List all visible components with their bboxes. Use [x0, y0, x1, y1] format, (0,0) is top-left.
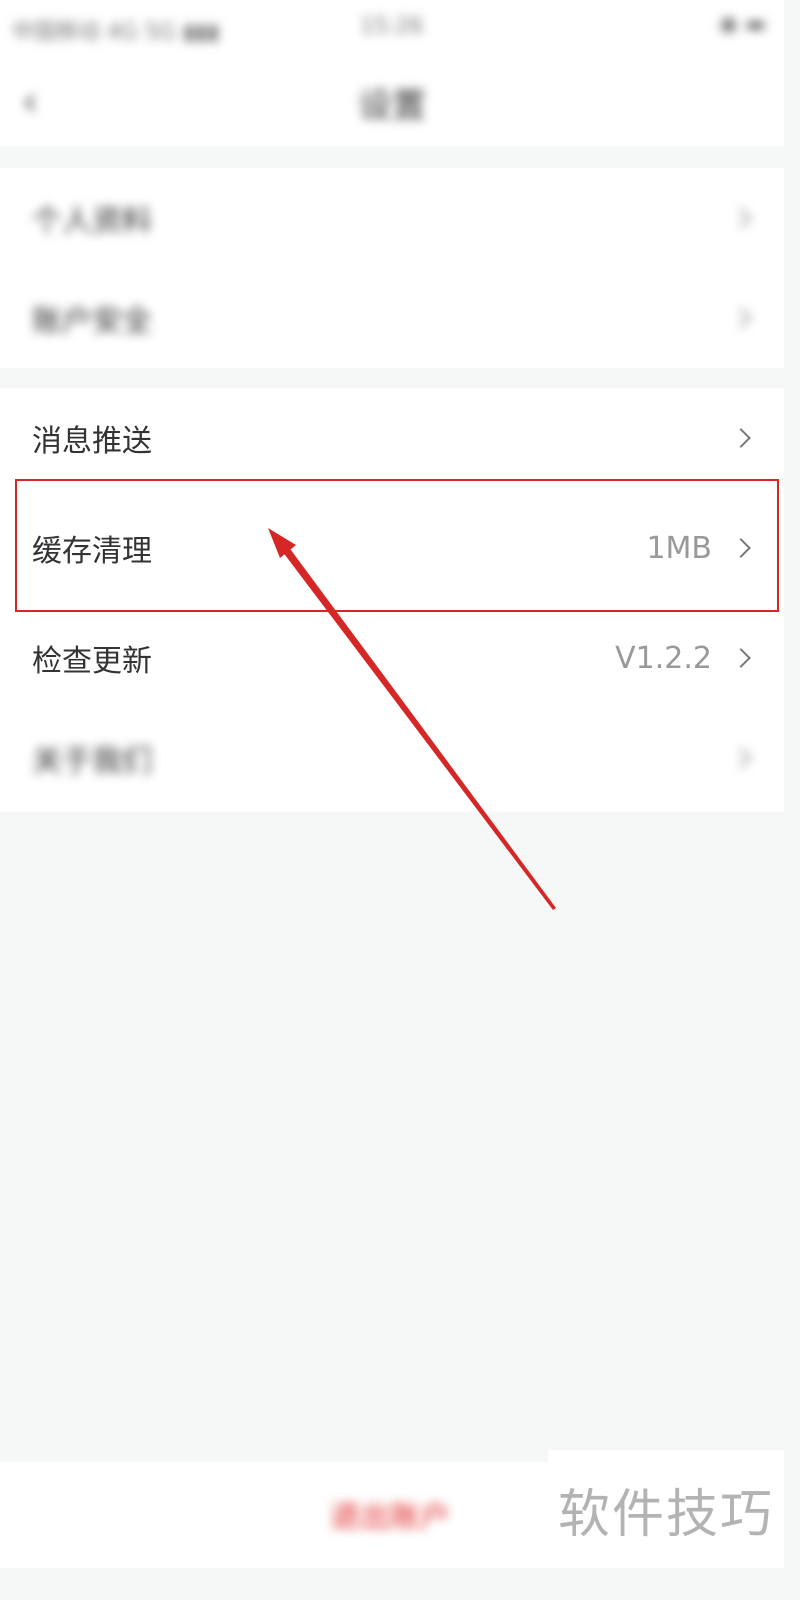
chevron-right-icon: [731, 538, 751, 558]
settings-item-label: 账户安全: [32, 304, 152, 339]
settings-item-label: 缓存清理: [32, 534, 152, 569]
nav-bar: ‹ 设置: [0, 58, 784, 146]
logout-button[interactable]: 退出账户: [330, 1492, 450, 1536]
settings-item-label: 消息推送: [32, 424, 152, 459]
settings-item-account-security[interactable]: 账户安全: [0, 268, 784, 368]
settings-group-account: 个人资料 账户安全: [0, 168, 784, 368]
chevron-right-icon: [731, 648, 751, 668]
carrier-indicator: 中国移动 4G 5G ▮▮▮: [12, 20, 220, 45]
battery-icon: ◉ ▬: [719, 12, 766, 37]
settings-item-clear-cache[interactable]: 缓存清理 1MB: [0, 488, 784, 608]
settings-item-about[interactable]: 关于我们: [0, 708, 784, 808]
watermark: 软件技巧: [548, 1450, 784, 1568]
chevron-right-icon: [731, 748, 751, 768]
version-value: V1.2.2: [615, 640, 712, 676]
settings-item-check-update[interactable]: 检查更新 V1.2.2: [0, 608, 784, 708]
chevron-right-icon: [731, 208, 751, 228]
chevron-right-icon: [731, 428, 751, 448]
settings-item-label: 检查更新: [32, 644, 152, 679]
chevron-right-icon: [731, 308, 751, 328]
status-bar: 中国移动 4G 5G ▮▮▮ 15:26 ◉ ▬: [0, 0, 784, 58]
settings-item-label: 个人资料: [32, 204, 152, 239]
status-time: 15:26: [360, 14, 424, 39]
settings-group-app: 消息推送 缓存清理 1MB 检查更新 V1.2.2 关于我们: [0, 388, 784, 812]
settings-item-label: 关于我们: [32, 744, 152, 779]
page-title: 设置: [358, 86, 426, 126]
cache-size-value: 1MB: [646, 530, 712, 566]
settings-item-push-notifications[interactable]: 消息推送: [0, 388, 784, 488]
settings-item-profile[interactable]: 个人资料: [0, 168, 784, 268]
